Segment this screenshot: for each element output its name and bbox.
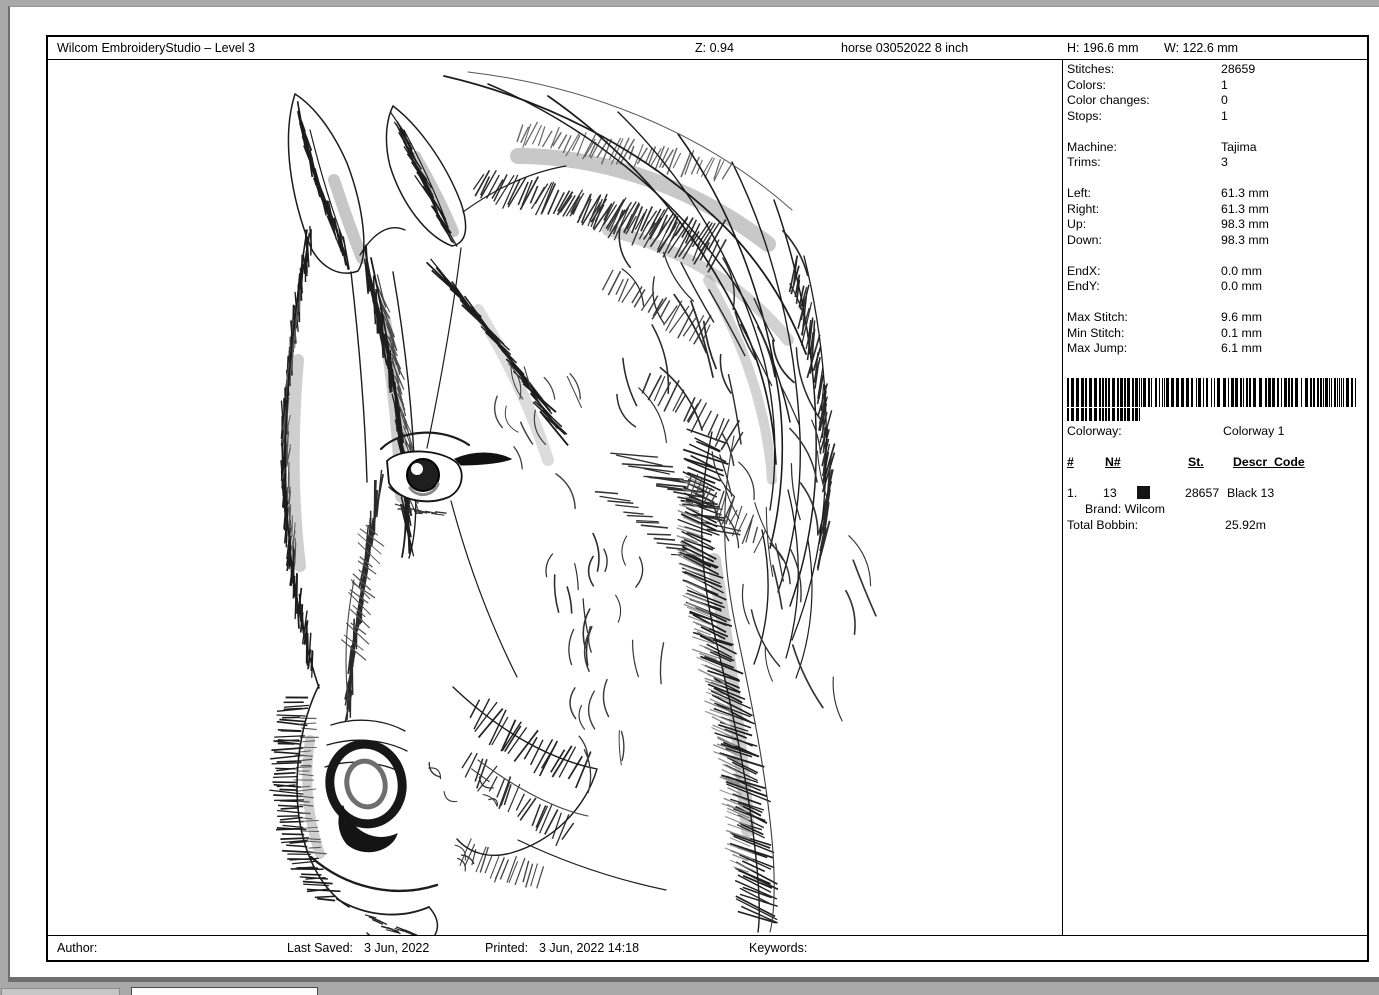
horse-sketch-image [48, 60, 1062, 935]
print-preview-page: Wilcom EmbroideryStudio – Level 3 Z: 0.9… [8, 6, 1379, 982]
thread-needle: 13 [1103, 486, 1117, 500]
taskbar-button-fragment[interactable] [1, 988, 120, 995]
stat-label: Down: [1067, 233, 1102, 247]
stat-value: Tajima [1221, 140, 1257, 154]
stat-label: EndX: [1067, 264, 1101, 278]
stat-value: 0 [1221, 93, 1228, 107]
design-width: W: 122.6 mm [1164, 41, 1238, 55]
thread-stitch-count: 28657 [1185, 486, 1219, 500]
stat-label: Right: [1067, 202, 1099, 216]
spacer [1067, 295, 1365, 311]
stat-label: Machine: [1067, 140, 1117, 154]
colorway-value: Colorway 1 [1223, 424, 1285, 438]
stat-label: Stitches: [1067, 62, 1114, 76]
stat-label: Trims: [1067, 155, 1101, 169]
stat-label: Stops: [1067, 109, 1102, 123]
stat-row: Down: 98.3 mm [1067, 233, 1365, 249]
report-body: Stitches: 28659 Colors: 1 Color changes: 0 Sto… [48, 60, 1367, 935]
design-report-sheet: Wilcom EmbroideryStudio – Level 3 Z: 0.9… [46, 35, 1369, 962]
design-info-panel: Stitches: 28659 Colors: 1 Color changes: 0 Sto… [1063, 60, 1367, 935]
spacer [1067, 124, 1365, 140]
design-stats-list: Stitches: 28659 Colors: 1 Color changes: 0 Sto… [1067, 62, 1365, 357]
stat-label: Left: [1067, 186, 1091, 200]
barcode [1067, 378, 1359, 421]
stat-value: 9.6 mm [1221, 310, 1262, 324]
taskbar-button-fragment[interactable] [131, 987, 318, 995]
stat-value: 28659 [1221, 62, 1255, 76]
total-bobbin-row: Total Bobbin: 25.92m [1067, 518, 1347, 532]
stat-row: Right: 61.3 mm [1067, 202, 1365, 218]
stat-row: Colors: 1 [1067, 78, 1365, 94]
report-footer-row: Author: Last Saved: 3 Jun, 2022 Printed:… [48, 935, 1367, 960]
stat-row: Max Stitch: 9.6 mm [1067, 310, 1365, 326]
app-title: Wilcom EmbroideryStudio – Level 3 [57, 41, 255, 55]
stat-label: Up: [1067, 217, 1086, 231]
total-bobbin-value: 25.92m [1225, 518, 1266, 532]
printed-value: 3 Jun, 2022 14:18 [539, 941, 639, 955]
stat-value: 61.3 mm [1221, 202, 1269, 216]
design-preview-area [48, 60, 1063, 935]
design-height: H: 196.6 mm [1067, 41, 1139, 55]
stat-row: Trims: 3 [1067, 155, 1365, 171]
window-bottom-edge [0, 982, 1379, 995]
stat-row: Machine: Tajima [1067, 140, 1365, 156]
app-window: { "header": { "app_title": "Wilcom Embro… [0, 0, 1379, 995]
colorway-row: Colorway: Colorway 1 [1067, 424, 1347, 438]
stat-row: EndX: 0.0 mm [1067, 264, 1365, 280]
zoom-factor: Z: 0.94 [695, 41, 734, 55]
stat-row: Stops: 1 [1067, 109, 1365, 125]
keywords-label: Keywords: [749, 941, 807, 955]
colorway-label: Colorway: [1067, 424, 1122, 438]
stat-value: 98.3 mm [1221, 233, 1269, 247]
total-bobbin-label: Total Bobbin: [1067, 518, 1138, 532]
author-label: Author: [57, 941, 97, 955]
stat-value: 3 [1221, 155, 1228, 169]
stat-value: 61.3 mm [1221, 186, 1269, 200]
stat-row: Stitches: 28659 [1067, 62, 1365, 78]
stat-row: Left: 61.3 mm [1067, 186, 1365, 202]
col-descr-code: Descr_Code [1233, 455, 1305, 469]
report-header-row: Wilcom EmbroideryStudio – Level 3 Z: 0.9… [48, 37, 1367, 60]
stat-row: EndY: 0.0 mm [1067, 279, 1365, 295]
last-saved-label: Last Saved: [287, 941, 353, 955]
stat-value: 0.0 mm [1221, 264, 1262, 278]
stat-row: Min Stitch: 0.1 mm [1067, 326, 1365, 342]
thread-number: 1. [1067, 486, 1077, 500]
col-stitches: St. [1188, 455, 1204, 469]
stat-value: 0.1 mm [1221, 326, 1262, 340]
design-name: horse 03052022 8 inch [841, 41, 968, 55]
stat-value: 0.0 mm [1221, 279, 1262, 293]
stat-label: Max Stitch: [1067, 310, 1128, 324]
stat-value: 1 [1221, 109, 1228, 123]
col-number: # [1067, 455, 1074, 469]
stat-label: Max Jump: [1067, 341, 1127, 355]
stat-label: Min Stitch: [1067, 326, 1124, 340]
stat-row: Max Jump: 6.1 mm [1067, 341, 1365, 357]
col-needle: N# [1105, 455, 1121, 469]
last-saved-value: 3 Jun, 2022 [364, 941, 429, 955]
stat-value: 98.3 mm [1221, 217, 1269, 231]
stat-label: Color changes: [1067, 93, 1150, 107]
stat-value: 6.1 mm [1221, 341, 1262, 355]
printed-label: Printed: [485, 941, 528, 955]
spacer [1067, 248, 1365, 264]
stat-row: Up: 98.3 mm [1067, 217, 1365, 233]
stat-label: EndY: [1067, 279, 1100, 293]
thread-brand: Brand: Wilcom [1085, 502, 1165, 516]
stat-row: Color changes: 0 [1067, 93, 1365, 109]
stat-value: 1 [1221, 78, 1228, 92]
spacer [1067, 171, 1365, 187]
thread-color-swatch [1137, 486, 1150, 499]
thread-descr-code: Black 13 [1227, 486, 1274, 500]
stat-label: Colors: [1067, 78, 1106, 92]
